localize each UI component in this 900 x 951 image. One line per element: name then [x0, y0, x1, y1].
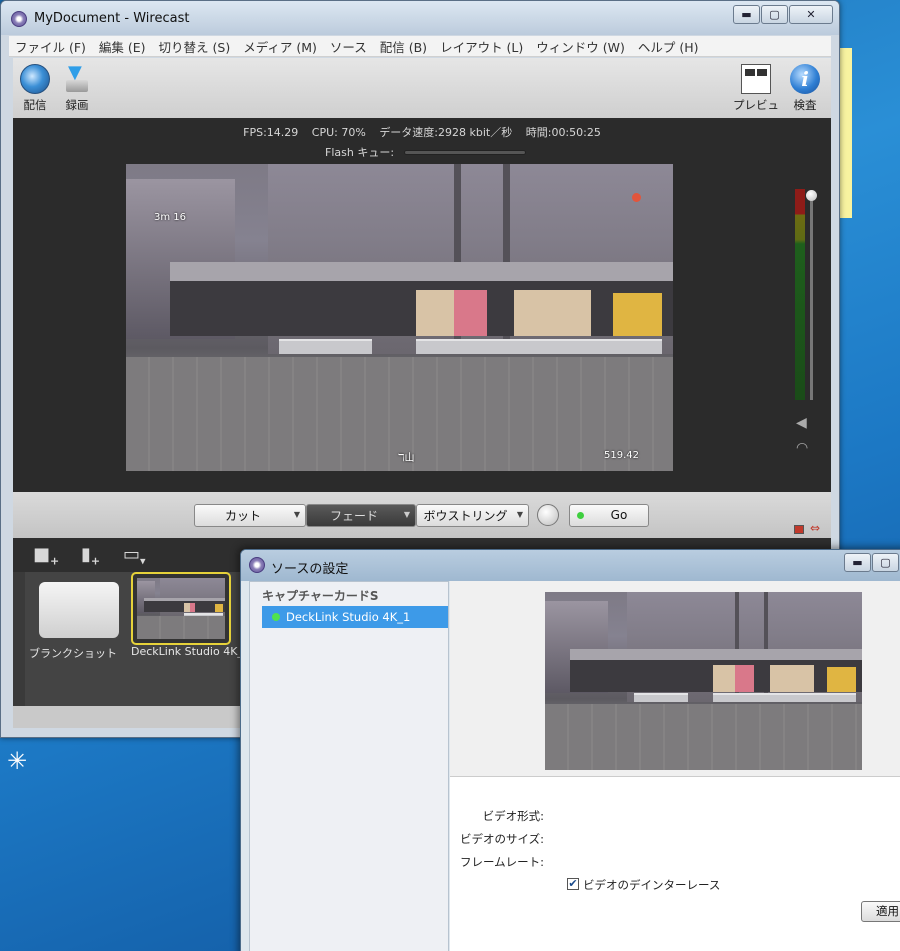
- bowstring-transition-button[interactable]: ボウストリング ▼: [416, 504, 529, 527]
- main-toolbar: 配信 録画 プレビュー i 検査: [13, 58, 831, 128]
- fps-readout: FPS:14.29: [243, 126, 299, 139]
- wirecast-app-icon: [11, 11, 27, 27]
- add-screen-icon[interactable]: ▭▾: [123, 544, 146, 568]
- menu-bar: ファイル (F) 編集 (E) 切り替え (S) メディア (M) ソース 配信…: [9, 36, 831, 57]
- inspect-label: 検査: [793, 98, 817, 112]
- apply-button[interactable]: 適用: [861, 901, 900, 922]
- stats-line: FPS:14.29 CPU: 70% データ速度:2928 kbit／秒 時間:…: [13, 124, 831, 140]
- source-preview-video: [545, 592, 862, 770]
- transition-bar: カット ▼ フェード ▼ ボウストリング ▼ Go ⇔: [13, 492, 831, 538]
- menu-edit[interactable]: 編集 (E): [99, 37, 146, 56]
- dialog-title-bar[interactable]: ソースの設定 ▬ ▢: [241, 550, 900, 581]
- broadcast-globe-icon: [20, 64, 50, 94]
- time-readout: 時間:00:50:25: [525, 126, 601, 139]
- desktop-star-icon: ✳: [6, 747, 28, 775]
- menu-layout[interactable]: レイアウト (L): [440, 37, 523, 56]
- desktop-sticky-note: [838, 48, 852, 218]
- source-list: キャプチャーカードS DeckLink Studio 4K_1: [249, 581, 449, 951]
- title-bar[interactable]: MyDocument - Wirecast ▬ ▢ ✕: [1, 1, 839, 35]
- frame-rate-label: フレームレート:: [459, 855, 544, 869]
- source-item-label: DeckLink Studio 4K_1: [286, 610, 411, 624]
- video-format-label: ビデオ形式:: [482, 809, 544, 823]
- record-indicator-icon[interactable]: [794, 525, 804, 534]
- dialog-title: ソースの設定: [271, 562, 349, 577]
- record-download-icon: [62, 62, 92, 94]
- menu-window[interactable]: ウィンドウ (W): [536, 37, 625, 56]
- go-label: Go: [610, 508, 628, 522]
- record-button[interactable]: 録画: [57, 62, 97, 113]
- chevron-down-icon: ▼: [403, 510, 410, 519]
- volume-slider-knob[interactable]: [806, 190, 817, 201]
- menu-media[interactable]: メディア (M): [243, 37, 317, 56]
- capture-card-header: キャプチャーカードS: [262, 589, 379, 603]
- flash-queue-label: Flash キュー:: [325, 146, 395, 159]
- video-overlay-bottom-center: ℸ山: [398, 453, 415, 464]
- menu-switch[interactable]: 切り替え (S): [159, 37, 231, 56]
- broadcast-label: 配信: [23, 98, 47, 112]
- headphone-icon[interactable]: ◠: [796, 440, 808, 456]
- recording-dot-icon: [632, 193, 641, 202]
- volume-slider-track[interactable]: [810, 190, 813, 400]
- bowstring-transition-label: ボウストリング: [423, 509, 508, 523]
- add-camera-icon[interactable]: ■+: [33, 544, 59, 568]
- fade-transition-button[interactable]: フェード ▼: [306, 504, 416, 527]
- chevron-down-icon: ▼: [516, 510, 523, 519]
- source-active-led-icon: [272, 613, 280, 621]
- inspect-button[interactable]: i 検査: [785, 64, 825, 113]
- info-icon: i: [790, 64, 820, 94]
- source-settings-panel: ビデオ形式: ビデオのサイズ: フレームレート: ✔ ビデオのデインターレース …: [450, 581, 900, 951]
- chevron-down-icon: ▼: [293, 510, 300, 519]
- preview-monitor-icon: [741, 64, 771, 94]
- maximize-button[interactable]: ▢: [761, 5, 788, 24]
- video-size-label: ビデオのサイズ:: [459, 832, 544, 846]
- add-document-icon[interactable]: ▮+: [81, 544, 100, 568]
- deinterlace-label: ビデオのデインターレース: [583, 878, 721, 892]
- record-label: 録画: [65, 98, 89, 112]
- live-video-frame: 3m 16 ℸ山 519.42: [126, 164, 673, 471]
- window-controls: ▬ ▢ ✕: [733, 5, 833, 24]
- source-item-decklink[interactable]: DeckLink Studio 4K_1: [262, 606, 448, 628]
- decklink-shot-label: DeckLink Studio 4K_1: [131, 645, 250, 658]
- menu-file[interactable]: ファイル (F): [15, 37, 86, 56]
- go-button[interactable]: Go: [569, 504, 649, 527]
- menu-source[interactable]: ソース: [330, 37, 367, 56]
- source-settings-dialog: ソースの設定 ▬ ▢ キャプチャーカードS DeckLink Studio 4K…: [240, 549, 900, 951]
- minimize-button[interactable]: ▬: [733, 5, 760, 24]
- cut-transition-button[interactable]: カット ▼: [194, 504, 306, 527]
- audio-level-meter: [795, 189, 805, 400]
- blank-shot-label: ブランクショット: [29, 647, 117, 660]
- fade-transition-label: フェード: [329, 509, 378, 523]
- cut-transition-label: カット: [224, 509, 261, 523]
- go-led-icon: [577, 512, 584, 519]
- decklink-shot-video: [137, 578, 225, 639]
- swap-arrows-icon[interactable]: ⇔: [810, 521, 820, 535]
- live-monitor: FPS:14.29 CPU: 70% データ速度:2928 kbit／秒 時間:…: [13, 118, 831, 492]
- dialog-app-icon: [249, 557, 265, 573]
- video-overlay-top-left: 3m 16: [154, 212, 187, 223]
- cpu-readout: CPU: 70%: [311, 126, 366, 139]
- window-title: MyDocument - Wirecast: [34, 11, 190, 26]
- dialog-window-controls: ▬ ▢: [844, 553, 899, 572]
- video-overlay-bottom-right: 519.42: [604, 450, 639, 461]
- close-button[interactable]: ✕: [789, 5, 833, 24]
- speaker-icon[interactable]: ◀: [796, 415, 807, 431]
- broadcast-button[interactable]: 配信: [15, 64, 55, 113]
- source-preview-area: [450, 581, 900, 777]
- menu-broadcast[interactable]: 配信 (B): [380, 37, 427, 56]
- deinterlace-checkbox[interactable]: ✔: [567, 878, 579, 890]
- transition-speed-knob[interactable]: [537, 504, 559, 526]
- decklink-shot-thumbnail[interactable]: [131, 572, 231, 645]
- dialog-maximize-button[interactable]: ▢: [872, 553, 899, 572]
- flash-queue-bar: [404, 149, 527, 155]
- shot-bin-scrollbar[interactable]: [13, 572, 25, 706]
- flash-queue: Flash キュー:: [325, 144, 527, 160]
- menu-help[interactable]: ヘルプ (H): [638, 37, 699, 56]
- blank-shot-thumbnail[interactable]: [39, 582, 119, 638]
- data-rate-readout: データ速度:2928 kbit／秒: [379, 126, 513, 139]
- dialog-minimize-button[interactable]: ▬: [844, 553, 871, 572]
